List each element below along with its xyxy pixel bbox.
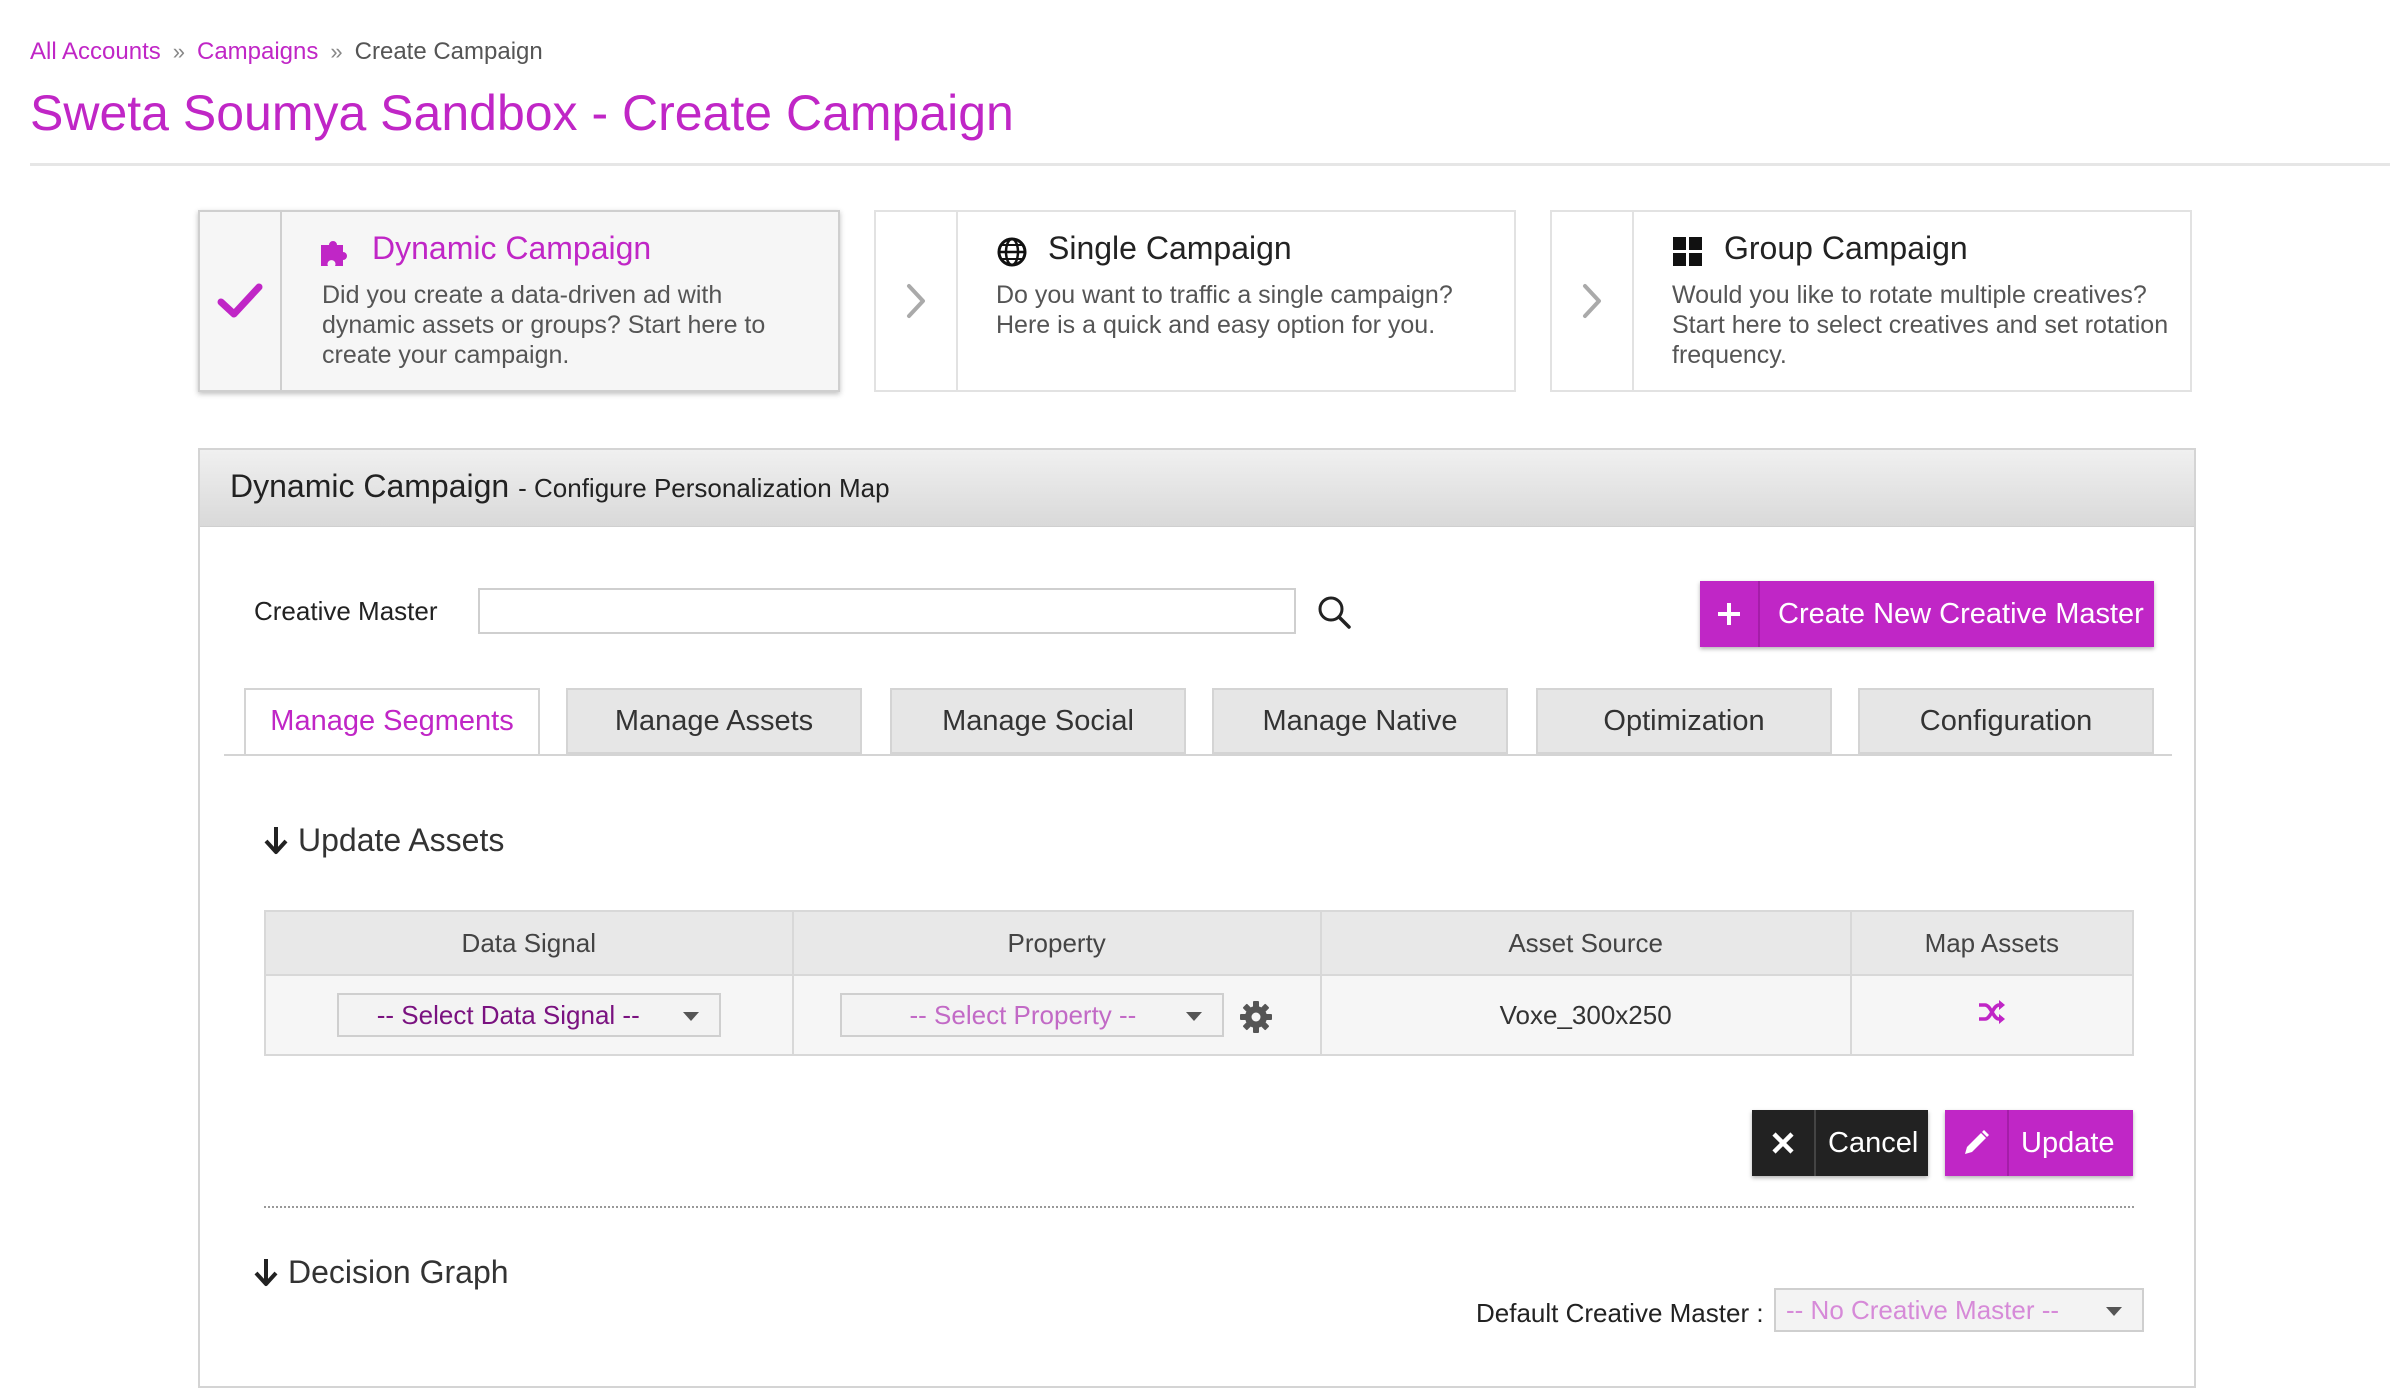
panel-title: Dynamic Campaign - Configure Personaliza… — [230, 468, 890, 505]
card-description: Would you like to rotate multiple creati… — [1672, 281, 2169, 369]
default-creative-master-value: -- No Creative Master -- — [1786, 1295, 2060, 1325]
breadcrumb-current: Create Campaign — [354, 38, 543, 65]
card-title: Single Campaign — [1048, 230, 1292, 266]
tab-manage-assets[interactable]: Manage Assets — [566, 688, 862, 754]
update-assets-heading[interactable]: Update Assets — [262, 822, 504, 859]
column-header-property: Property — [791, 910, 1322, 976]
chevron-right-icon — [907, 284, 925, 318]
chevron-right-icon — [1583, 284, 1601, 318]
data-signal-select[interactable]: -- Select Data Signal -- — [336, 993, 721, 1037]
decision-graph-heading-text: Decision Graph — [288, 1254, 509, 1290]
puzzle-icon — [321, 241, 347, 266]
gear-icon[interactable] — [1239, 1000, 1273, 1034]
globe-icon — [997, 237, 1027, 267]
breadcrumb-separator: » — [172, 39, 185, 64]
breadcrumb-campaigns[interactable]: Campaigns — [197, 38, 318, 65]
card-group-campaign[interactable]: Group Campaign Would you like to rotate … — [1550, 210, 2192, 392]
data-signal-cell: -- Select Data Signal -- — [264, 974, 794, 1056]
card-title: Group Campaign — [1724, 230, 1968, 266]
table-row: -- Select Data Signal -- -- Select Prope… — [264, 974, 2135, 1056]
create-button-label: Create New Creative Master — [1778, 598, 2144, 630]
map-assets-cell — [1849, 974, 2135, 1056]
creative-master-label: Creative Master — [254, 596, 438, 626]
tab-manage-social[interactable]: Manage Social — [890, 688, 1186, 754]
arrow-down-icon — [254, 1259, 278, 1286]
column-header-map-assets: Map Assets — [1849, 910, 2135, 976]
update-assets-table: Data Signal Property Asset Source Map As… — [264, 910, 2135, 1056]
close-icon — [1752, 1110, 1816, 1176]
tab-configuration[interactable]: Configuration — [1858, 688, 2154, 754]
cancel-button[interactable]: Cancel — [1752, 1110, 1928, 1176]
decision-graph-heading[interactable]: Decision Graph — [252, 1254, 509, 1291]
breadcrumb-all-accounts[interactable]: All Accounts — [30, 38, 161, 65]
table-header-row: Data Signal Property Asset Source Map As… — [264, 910, 2135, 976]
panel-header: Dynamic Campaign - Configure Personaliza… — [200, 450, 2194, 527]
chevron-down-icon — [1185, 1012, 1202, 1021]
create-new-creative-master-button[interactable]: Create New Creative Master — [1700, 581, 2154, 647]
arrow-down-icon — [264, 827, 288, 854]
default-creative-master-select[interactable]: -- No Creative Master -- — [1774, 1288, 2144, 1332]
card-gutter — [200, 212, 282, 390]
breadcrumb-separator: » — [330, 39, 343, 64]
tabs-divider — [224, 754, 2172, 756]
section-divider — [264, 1206, 2134, 1208]
update-button[interactable]: Update — [1945, 1110, 2133, 1176]
search-icon[interactable] — [1316, 594, 1352, 630]
tab-manage-segments[interactable]: Manage Segments — [244, 688, 540, 756]
card-dynamic-campaign[interactable]: Dynamic Campaign Did you create a data-d… — [198, 210, 840, 392]
card-description: Do you want to traffic a single campaign… — [996, 281, 1453, 339]
property-select[interactable]: -- Select Property -- — [839, 993, 1224, 1037]
card-gutter — [1552, 212, 1634, 390]
creative-master-input[interactable] — [478, 588, 1296, 634]
plus-icon — [1700, 581, 1760, 647]
pencil-icon — [1945, 1110, 2009, 1176]
panel-subtitle: - Configure Personalization Map — [518, 473, 890, 503]
update-assets-heading-text: Update Assets — [298, 822, 505, 858]
update-button-label: Update — [2021, 1127, 2115, 1159]
card-description: Did you create a data-driven ad with dyn… — [322, 281, 766, 369]
card-gutter — [876, 212, 958, 390]
chevron-down-icon — [682, 1012, 699, 1021]
column-header-asset-source: Asset Source — [1319, 910, 1852, 976]
column-header-data-signal: Data Signal — [264, 910, 794, 976]
chevron-down-icon — [2106, 1307, 2122, 1316]
card-title: Dynamic Campaign — [372, 230, 652, 266]
asset-source-cell: Voxe_300x250 — [1319, 974, 1852, 1056]
title-divider — [30, 163, 2390, 166]
default-creative-master-label: Default Creative Master : — [1476, 1298, 1764, 1328]
breadcrumb: All Accounts » Campaigns » Create Campaign — [30, 38, 543, 66]
cancel-button-label: Cancel — [1828, 1127, 1919, 1159]
panel-title-main: Dynamic Campaign — [230, 468, 510, 504]
page-title: Sweta Soumya Sandbox - Create Campaign — [30, 85, 1014, 141]
property-cell: -- Select Property -- — [791, 974, 1322, 1056]
checkmark-icon — [217, 283, 263, 318]
tab-optimization[interactable]: Optimization — [1536, 688, 1832, 754]
tab-manage-native[interactable]: Manage Native — [1212, 688, 1508, 754]
grid-icon — [1673, 237, 1702, 266]
shuffle-icon[interactable] — [1977, 999, 2007, 1025]
card-single-campaign[interactable]: Single Campaign Do you want to traffic a… — [874, 210, 1516, 392]
data-signal-select-value: -- Select Data Signal -- — [376, 1000, 640, 1030]
property-select-value: -- Select Property -- — [909, 1000, 1137, 1030]
